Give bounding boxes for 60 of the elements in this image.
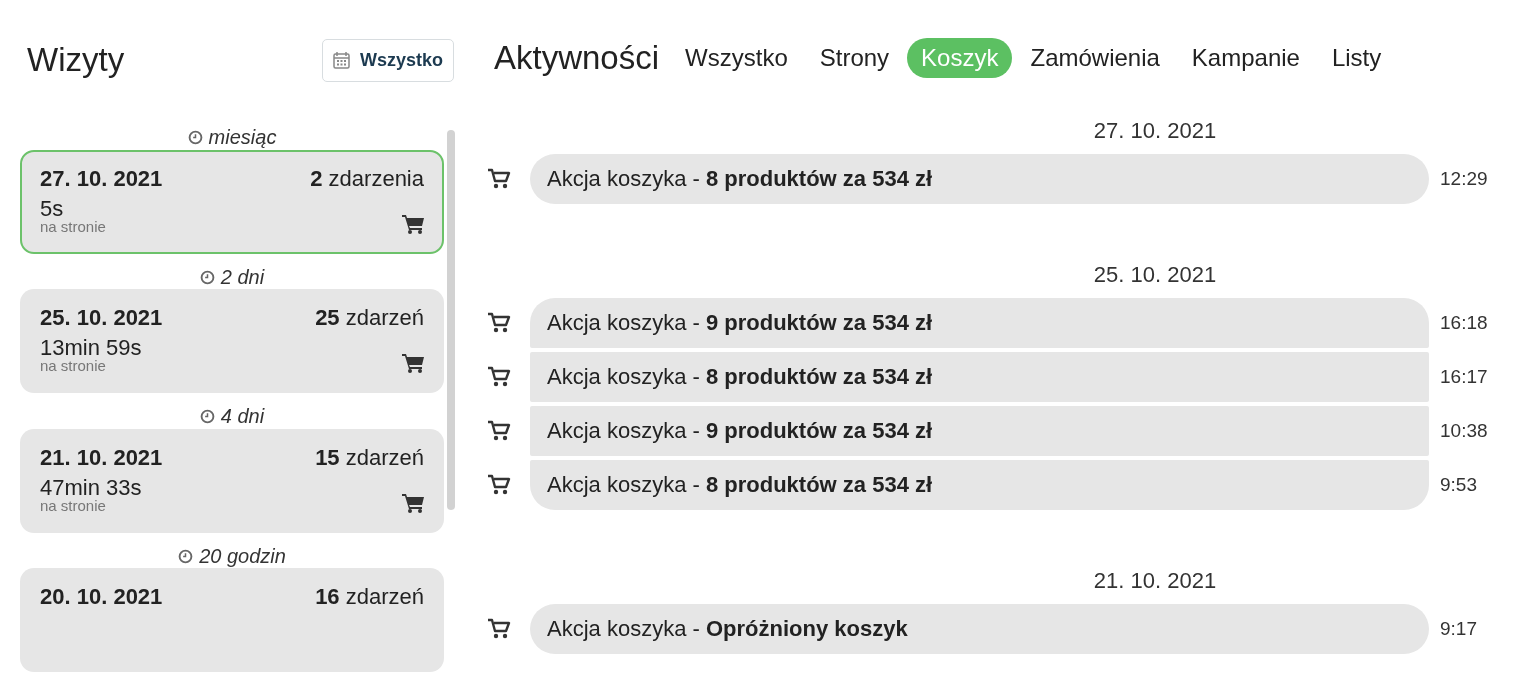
event-time: 16:17 <box>1439 366 1489 388</box>
clock-icon <box>199 269 215 285</box>
time-ago: 2 dni <box>220 265 265 289</box>
visit-date: 20. 10. 2021 <box>40 584 163 610</box>
duration-label: na stronie <box>40 498 107 513</box>
visit-card[interactable]: 25. 10. 2021 25 zdarzeń 13min 59s na stronie <box>20 289 444 393</box>
cart-icon <box>487 312 511 334</box>
calendar-icon <box>332 51 350 69</box>
visit-card[interactable]: 20. 10. 2021 16 zdarzeń <box>20 568 444 672</box>
event-time: 10:38 <box>1439 420 1489 442</box>
filter-tab[interactable]: Wszystko <box>671 38 802 78</box>
visit-duration: 47min 33s <box>40 476 142 499</box>
date-heading: 21. 10. 2021 <box>1093 568 1217 595</box>
date-filter-button[interactable]: Wszystko <box>321 38 454 82</box>
cart-icon <box>487 474 511 496</box>
filter-tab[interactable]: Kampanie <box>1177 38 1314 78</box>
filter-tab[interactable]: Zamówienia <box>1016 38 1174 78</box>
event-time: 12:29 <box>1439 168 1489 190</box>
filter-tab[interactable]: Strony <box>805 38 904 78</box>
time-ago: 20 godzin <box>199 544 286 568</box>
time-ago: 4 dni <box>220 405 265 429</box>
clock-icon <box>199 409 215 425</box>
clock-icon <box>178 548 194 564</box>
scrollbar-thumb[interactable] <box>447 130 455 510</box>
visit-duration: 13min 59s <box>40 337 142 359</box>
activity-entry: Akcja koszyka - Opróżniony koszyk <box>547 616 908 642</box>
visit-duration: 5s <box>40 197 65 220</box>
clock-icon <box>187 130 203 146</box>
cart-icon <box>402 213 424 234</box>
activity-entry: Akcja koszyka - 8 produktów za 534 zł <box>547 166 933 192</box>
activity-entry: Akcja koszyka - 8 produktów za 534 zł <box>547 472 933 498</box>
time-ago: miesiąc <box>208 126 277 150</box>
visit-card[interactable]: 21. 10. 2021 15 zdarzeń 47min 33s na stronie <box>20 428 444 533</box>
cart-icon <box>487 168 511 190</box>
activity-entry: Akcja koszyka - 9 produktów za 534 zł <box>547 310 933 336</box>
filter-tab[interactable]: Listy <box>1317 38 1396 78</box>
event-count: 2 zdarzenia <box>310 165 424 192</box>
panel-title: Aktywności <box>494 39 660 77</box>
visit-date: 25. 10. 2021 <box>40 305 163 331</box>
visit-card[interactable]: 27. 10. 2021 2 zdarzenia 5s na stronie <box>20 149 444 254</box>
visit-date: 27. 10. 2021 <box>40 165 163 192</box>
cart-icon <box>402 492 424 513</box>
cart-icon <box>487 618 511 640</box>
visit-date: 21. 10. 2021 <box>40 444 163 471</box>
date-heading: 25. 10. 2021 <box>1093 262 1217 289</box>
duration-label: na stronie <box>40 219 106 234</box>
event-count: 15 zdarzeń <box>315 444 424 471</box>
date-heading: 27. 10. 2021 <box>1093 118 1217 145</box>
event-count: 16 zdarzeń <box>315 584 424 610</box>
event-count: 25 zdarzeń <box>315 305 424 331</box>
event-time: 9:17 <box>1439 618 1478 640</box>
duration-label: na stronie <box>40 359 107 373</box>
cart-icon <box>402 353 424 373</box>
cart-icon <box>487 420 511 442</box>
activity-entry: Akcja koszyka - 8 produktów za 534 zł <box>547 364 933 390</box>
event-time: 16:18 <box>1439 312 1489 334</box>
activity-entry: Akcja koszyka - 9 produktów za 534 zł <box>547 418 933 444</box>
panel-title: Wizyty <box>27 41 125 79</box>
event-time: 9:53 <box>1439 474 1478 496</box>
cart-icon <box>487 366 511 388</box>
